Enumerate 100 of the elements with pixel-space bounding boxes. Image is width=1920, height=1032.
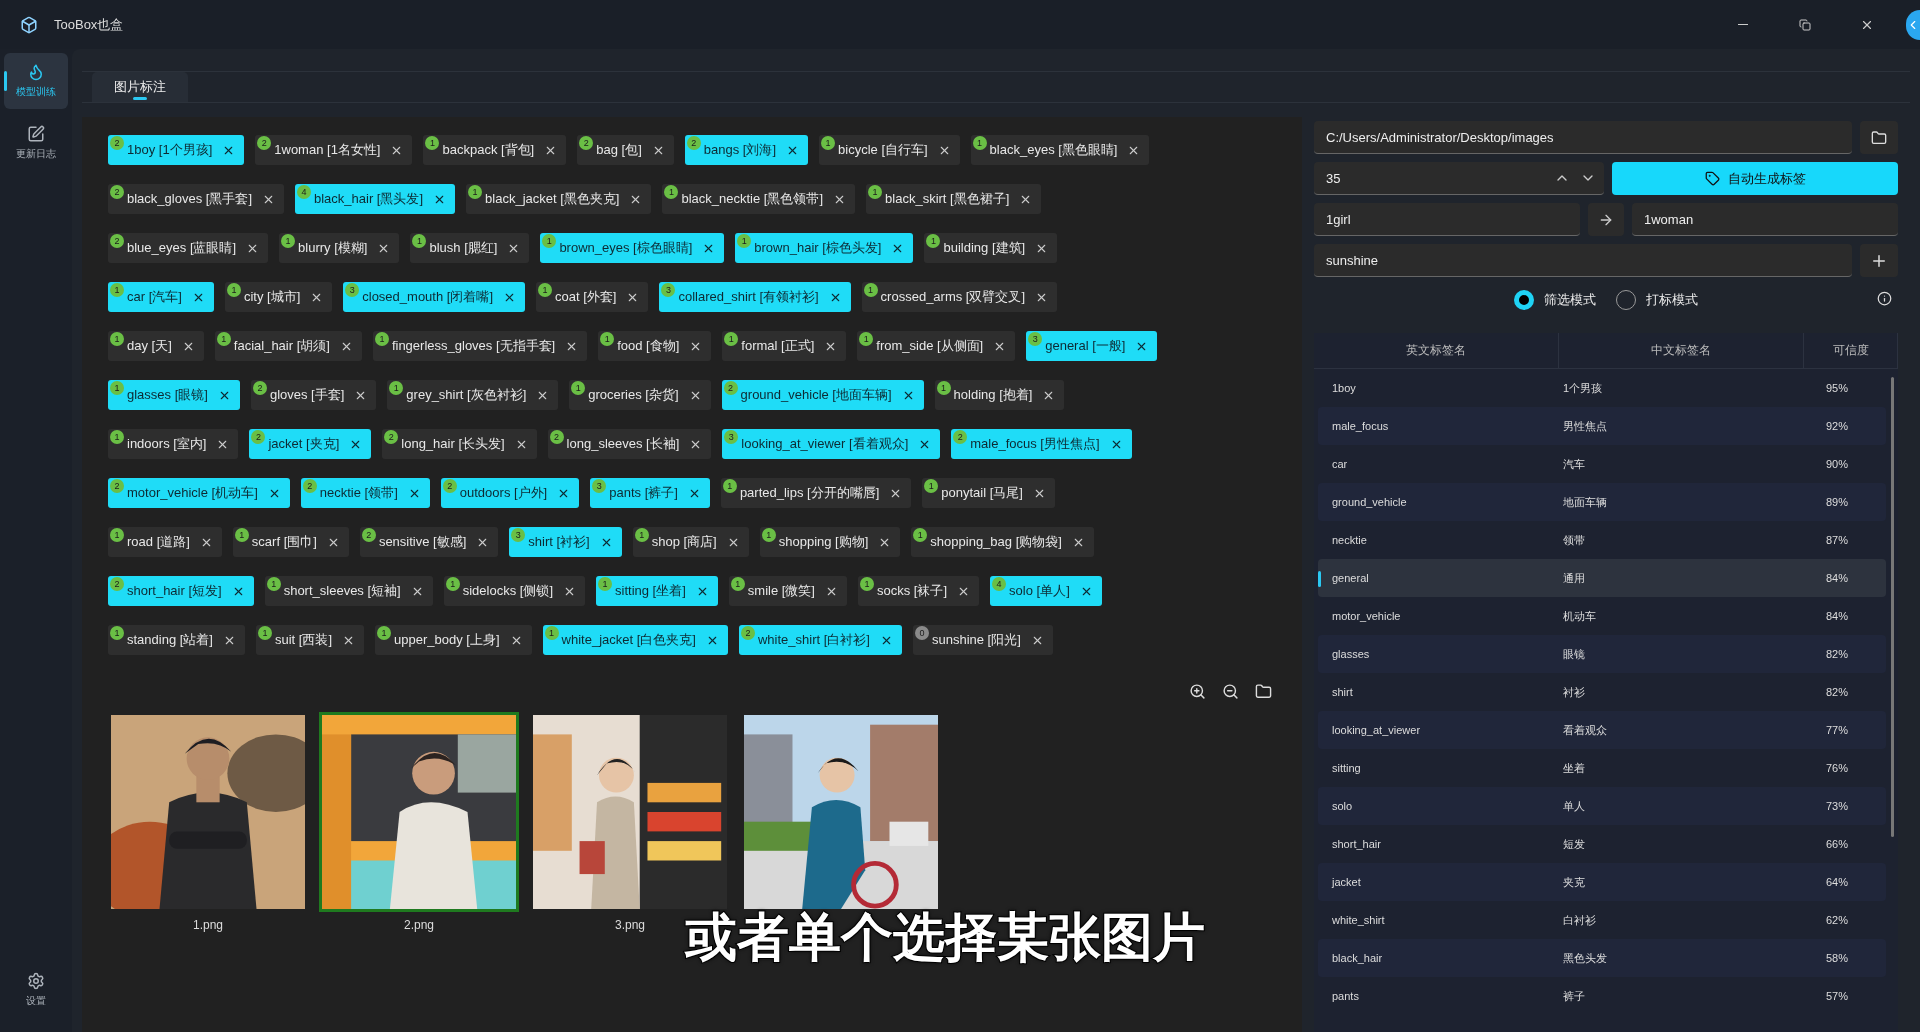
info-button[interactable] [1877,291,1892,306]
tag-chip[interactable]: 0 sunshine [阳光] [912,625,1053,655]
threshold-spinner[interactable]: 35 [1314,162,1604,195]
tag-chip[interactable]: 2 long_sleeves [长袖] [547,429,712,459]
tag-chip[interactable]: 3 shirt [衬衫] [509,527,622,557]
tag-chip[interactable]: 1 scarf [围巾] [232,527,349,557]
table-row[interactable]: necktie 领带 87% [1318,521,1886,559]
tag-chip[interactable]: 1 shopping [购物] [759,527,901,557]
tag-chip[interactable]: 1 brown_hair [棕色头发] [735,233,914,263]
table-row[interactable]: jacket 夹克 64% [1318,863,1886,901]
tag-chip[interactable]: 1 sitting [坐着] [596,576,718,606]
tag-chip[interactable]: 2 necktie [领带] [300,478,430,508]
folder-icon[interactable] [1255,683,1272,700]
table-row[interactable]: short_hair 短发 66% [1318,825,1886,863]
tag-chip[interactable]: 2 1boy [1个男孩] [108,135,245,165]
table-row[interactable]: motor_vehicle 机动车 84% [1318,597,1886,635]
tag-chip[interactable]: 2 gloves [手套] [250,380,377,410]
tag-chip[interactable]: 1 bicycle [自行车] [819,135,960,165]
settings-button[interactable]: 设置 [4,962,68,1018]
table-row[interactable]: ground_vehicle 地面车辆 89% [1318,483,1886,521]
table-row[interactable]: white_shirt 白衬衫 62% [1318,901,1886,939]
tag-chip[interactable]: 1 upper_body [上身] [375,625,532,655]
zoom-out-icon[interactable] [1222,683,1239,700]
tag-chip[interactable]: 1 grey_shirt [灰色衬衫] [387,380,559,410]
tag-chip[interactable]: 1 formal [正式] [722,331,847,361]
add-tag-field[interactable]: sunshine [1314,244,1852,277]
tag-chip[interactable]: 1 shopping_bag [购物袋] [911,527,1094,557]
side-toggle-button[interactable] [1906,9,1920,40]
auto-tag-button[interactable]: 自动生成标签 [1612,162,1898,195]
tag-chip[interactable]: 4 solo [单人] [990,576,1102,606]
tag-chip[interactable]: 2 blue_eyes [蓝眼睛] [108,233,269,263]
table-row[interactable]: male_focus 男性焦点 92% [1318,407,1886,445]
tag-chip[interactable]: 1 parted_lips [分开的嘴唇] [720,478,912,508]
tag-chip[interactable]: 1 crossed_arms [双臂交叉] [861,282,1058,312]
replace-to-field[interactable]: 1woman [1632,203,1898,236]
replace-from-field[interactable]: 1girl [1314,203,1580,236]
tag-chip[interactable]: 2 motor_vehicle [机动车] [108,478,290,508]
mode-radio[interactable]: 筛选模式 [1514,290,1596,310]
tag-chip[interactable]: 2 long_hair [长头发] [382,429,537,459]
table-row[interactable]: shirt 衬衫 82% [1318,673,1886,711]
tag-chip[interactable]: 1 black_necktie [黑色领带] [662,184,856,214]
tag-chip[interactable]: 3 collared_shirt [有领衬衫] [659,282,851,312]
mode-radio[interactable]: 打标模式 [1616,290,1698,310]
tag-chip[interactable]: 1 car [汽车] [108,282,214,312]
tag-chip[interactable]: 1 blurry [模糊] [279,233,400,263]
tag-chip[interactable]: 1 blush [腮红] [410,233,530,263]
tab[interactable]: 图片标注 [92,72,188,102]
folder-path-field[interactable]: C:/Users/Administrator/Desktop/images [1314,121,1852,154]
tag-chip[interactable]: 3 pants [裤子] [590,478,710,508]
tag-chip[interactable]: 2 short_hair [短发] [108,576,254,606]
add-button[interactable] [1860,244,1898,277]
tag-chip[interactable]: 1 brown_eyes [棕色眼睛] [540,233,725,263]
tag-chip[interactable]: 1 socks [袜子] [858,576,980,606]
sidebar-item[interactable]: 模型训练 [4,53,68,109]
tag-chip[interactable]: 3 looking_at_viewer [看着观众] [722,429,941,459]
tag-chip[interactable]: 2 white_shirt [白衬衫] [738,625,902,655]
table-row[interactable]: car 汽车 90% [1318,445,1886,483]
tag-chip[interactable]: 4 black_hair [黑头发] [295,184,456,214]
tag-chip[interactable]: 1 facial_hair [胡须] [214,331,362,361]
table-row[interactable]: solo 单人 73% [1318,787,1886,825]
tag-chip[interactable]: 1 groceries [杂货] [569,380,711,410]
threshold-field[interactable]: 35 [1326,170,1544,186]
tag-chip[interactable]: 2 1woman [1名女性] [255,135,413,165]
tag-chip[interactable]: 1 coat [外套] [536,282,649,312]
tag-chip[interactable]: 2 black_gloves [黑手套] [108,184,284,214]
tag-chip[interactable]: 1 food [食物] [598,331,712,361]
tag-chip[interactable]: 1 glasses [眼镜] [108,380,240,410]
tag-chip[interactable]: 1 suit [西装] [256,625,365,655]
scrollbar[interactable] [1891,377,1894,837]
tag-chip[interactable]: 1 city [城市] [224,282,333,312]
tag-chip[interactable]: 1 smile [微笑] [728,576,847,606]
tag-chip[interactable]: 1 indoors [室内] [108,429,239,459]
zoom-in-icon[interactable] [1189,683,1206,700]
table-row[interactable]: glasses 眼镜 82% [1318,635,1886,673]
tag-chip[interactable]: 3 general [一般] [1026,331,1158,361]
tag-chip[interactable]: 1 black_skirt [黑色裙子] [866,184,1042,214]
tag-chip[interactable]: 1 ponytail [马尾] [922,478,1055,508]
tag-chip[interactable]: 1 black_jacket [黑色夹克] [466,184,652,214]
tag-chip[interactable]: 1 shop [商店] [632,527,749,557]
tag-chip[interactable]: 1 from_side [从侧面] [857,331,1016,361]
sidebar-item[interactable]: 更新日志 [4,115,68,171]
table-row[interactable]: 1boy 1个男孩 95% [1318,369,1886,407]
tag-chip[interactable]: 2 jacket [夹克] [249,429,372,459]
tag-chip[interactable]: 2 outdoors [户外] [440,478,580,508]
table-row[interactable]: general 通用 84% [1318,559,1886,597]
tag-chip[interactable]: 1 standing [站着] [108,625,245,655]
tag-chip[interactable]: 2 bangs [刘海] [684,135,809,165]
tag-chip[interactable]: 1 road [道路] [108,527,222,557]
tag-chip[interactable]: 2 male_focus [男性焦点] [951,429,1132,459]
tag-chip[interactable]: 2 bag [包] [577,135,674,165]
tag-chip[interactable]: 1 short_sleeves [短袖] [264,576,433,606]
tag-chip[interactable]: 3 closed_mouth [闭着嘴] [343,282,526,312]
tag-chip[interactable]: 1 white_jacket [白色夹克] [542,625,728,655]
tag-chip[interactable]: 1 black_eyes [黑色眼睛] [970,135,1150,165]
tag-chip[interactable]: 2 ground_vehicle [地面车辆] [721,380,924,410]
tag-chip[interactable]: 1 sidelocks [侧锁] [443,576,585,606]
table-row[interactable]: looking_at_viewer 看着观众 77% [1318,711,1886,749]
tag-chip[interactable]: 2 sensitive [敏感] [359,527,499,557]
tag-chip[interactable]: 1 backpack [背包] [423,135,567,165]
tag-chip[interactable]: 1 day [天] [108,331,204,361]
